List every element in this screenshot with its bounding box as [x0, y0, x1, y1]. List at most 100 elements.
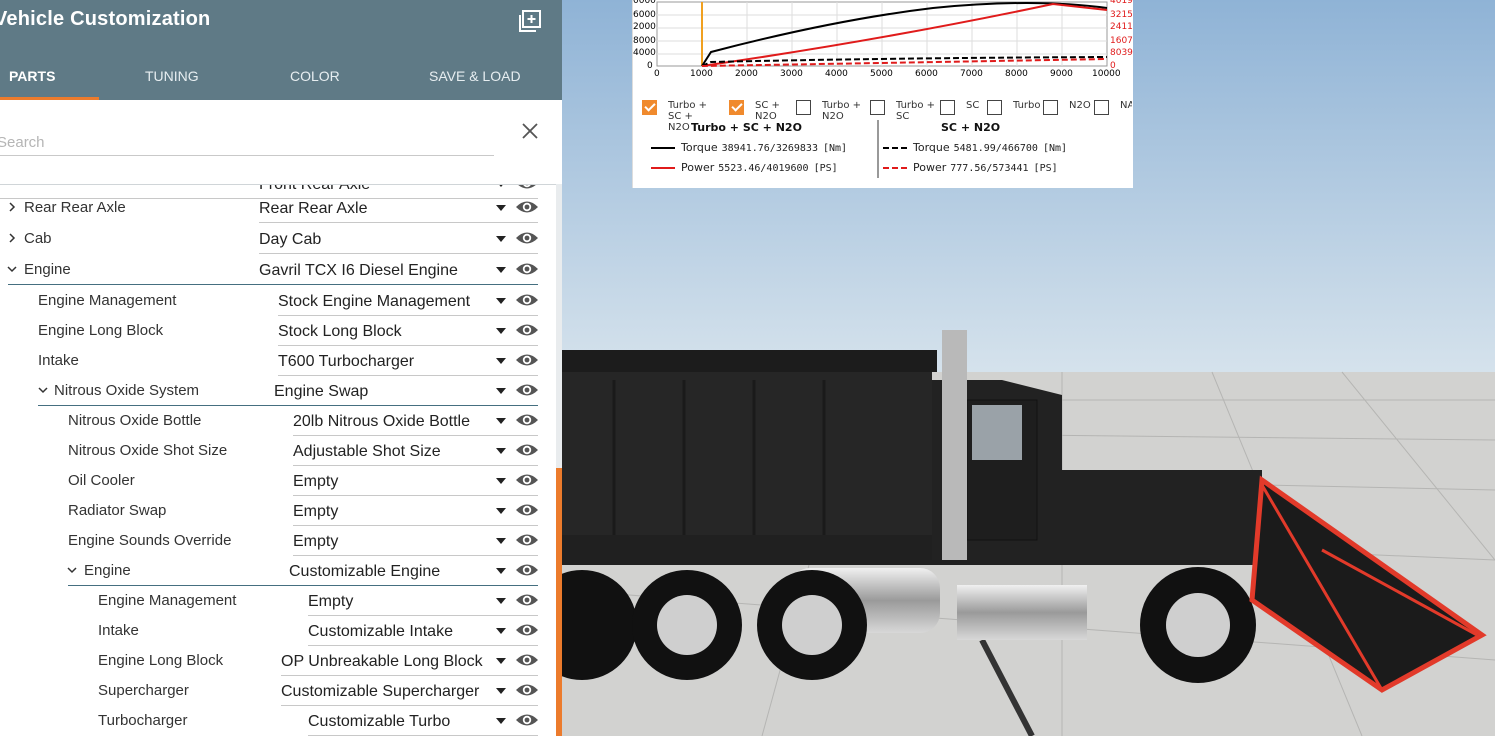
visibility-eye-icon[interactable]	[515, 472, 539, 488]
series-checkbox[interactable]	[796, 100, 811, 115]
search-input[interactable]	[0, 129, 494, 156]
dropdown-arrow-icon[interactable]	[495, 296, 507, 306]
row-divider	[259, 222, 538, 223]
visibility-eye-icon[interactable]	[515, 712, 539, 728]
series-checkbox[interactable]	[940, 100, 955, 115]
tab-tuning[interactable]: TUNING	[145, 68, 199, 84]
part-value-select[interactable]: Customizable Intake	[308, 623, 453, 641]
part-row[interactable]: Radiator Swap Empty	[0, 496, 556, 526]
dropdown-arrow-icon[interactable]	[495, 656, 507, 666]
part-row[interactable]: Engine Gavril TCX I6 Diesel Engine	[0, 255, 556, 285]
visibility-eye-icon[interactable]	[515, 230, 539, 246]
visibility-eye-icon[interactable]	[515, 261, 539, 277]
visibility-eye-icon[interactable]	[515, 322, 539, 338]
part-value-select[interactable]: Empty	[293, 473, 338, 491]
series-checkbox[interactable]	[870, 100, 885, 115]
part-value-select[interactable]: Customizable Supercharger	[281, 683, 479, 701]
visibility-eye-icon[interactable]	[515, 682, 539, 698]
chevron-right-icon[interactable]	[6, 201, 18, 213]
dropdown-arrow-icon[interactable]	[495, 596, 507, 606]
dropdown-arrow-icon[interactable]	[495, 716, 507, 726]
tab-save-load[interactable]: SAVE & LOAD	[429, 68, 521, 84]
dropdown-arrow-icon[interactable]	[495, 446, 507, 456]
part-row[interactable]: Oil Cooler Empty	[0, 466, 556, 496]
part-row[interactable]: Nitrous Oxide Bottle 20lb Nitrous Oxide B…	[0, 406, 556, 436]
legend-value: 38941.76/3269833	[721, 143, 818, 154]
dropdown-arrow-icon[interactable]	[495, 203, 507, 213]
part-row[interactable]: Supercharger Customizable Supercharger	[0, 676, 556, 706]
part-value-select[interactable]: Empty	[293, 503, 338, 521]
part-row[interactable]: Engine Sounds Override Empty	[0, 526, 556, 556]
tab-parts[interactable]: PARTS	[9, 68, 55, 84]
visibility-eye-icon[interactable]	[515, 382, 539, 398]
dropdown-arrow-icon[interactable]	[495, 234, 507, 244]
part-row[interactable]: Nitrous Oxide System Engine Swap	[0, 376, 556, 406]
part-value-select[interactable]: Customizable Engine	[289, 563, 440, 581]
part-value-select[interactable]: Engine Swap	[274, 383, 368, 401]
visibility-eye-icon[interactable]	[515, 292, 539, 308]
part-row[interactable]: Engine Management Stock Engine Management	[0, 286, 556, 316]
dropdown-arrow-icon[interactable]	[495, 326, 507, 336]
part-value-select[interactable]: Gavril TCX I6 Diesel Engine	[259, 262, 458, 280]
part-row[interactable]: Engine Management Empty	[0, 586, 556, 616]
dropdown-arrow-icon[interactable]	[495, 184, 507, 189]
part-row[interactable]: Engine Long Block OP Unbreakable Long Blo…	[0, 646, 556, 676]
part-row[interactable]: Cab Day Cab	[0, 224, 556, 254]
add-part-icon[interactable]	[518, 10, 542, 32]
part-row[interactable]: Turbocharger Customizable Turbo	[0, 706, 556, 736]
visibility-eye-icon[interactable]	[515, 562, 539, 578]
dropdown-arrow-icon[interactable]	[495, 476, 507, 486]
part-row[interactable]: Nitrous Oxide Shot Size Adjustable Shot S…	[0, 436, 556, 466]
part-value-select[interactable]: Rear Rear Axle	[259, 200, 368, 218]
part-row[interactable]: Intake T600 Turbocharger	[0, 346, 556, 376]
part-value-select[interactable]: OP Unbreakable Long Block	[281, 653, 483, 671]
legend-line-swatch	[883, 167, 907, 169]
series-checkbox[interactable]	[642, 100, 657, 115]
chevron-down-icon[interactable]	[66, 564, 78, 576]
dropdown-arrow-icon[interactable]	[495, 536, 507, 546]
dropdown-arrow-icon[interactable]	[495, 506, 507, 516]
part-value-select[interactable]: Adjustable Shot Size	[293, 443, 441, 461]
scrollbar-thumb[interactable]	[556, 468, 562, 736]
dropdown-arrow-icon[interactable]	[495, 356, 507, 366]
part-value-select[interactable]: Stock Long Block	[278, 323, 402, 341]
chevron-down-icon[interactable]	[6, 263, 18, 275]
visibility-eye-icon[interactable]	[515, 532, 539, 548]
part-row[interactable]: Rear Rear Axle Rear Rear Axle	[0, 193, 556, 223]
series-checkbox[interactable]	[729, 100, 744, 115]
part-value-select[interactable]: Stock Engine Management	[278, 293, 470, 311]
part-value-select[interactable]: Empty	[308, 593, 353, 611]
series-checkbox[interactable]	[1043, 100, 1058, 115]
chevron-right-icon[interactable]	[6, 232, 18, 244]
dropdown-arrow-icon[interactable]	[495, 386, 507, 396]
part-row[interactable]: Engine Long Block Stock Long Block	[0, 316, 556, 346]
visibility-eye-icon[interactable]	[515, 502, 539, 518]
series-checkbox[interactable]	[1094, 100, 1109, 115]
dropdown-arrow-icon[interactable]	[495, 566, 507, 576]
part-value-select[interactable]: Customizable Turbo	[308, 713, 450, 731]
tab-color[interactable]: COLOR	[290, 68, 340, 84]
part-row[interactable]: Intake Customizable Intake	[0, 616, 556, 646]
x-axis-tick: 2000	[735, 69, 758, 79]
dropdown-arrow-icon[interactable]	[495, 686, 507, 696]
scrollbar[interactable]	[556, 184, 562, 736]
part-value-select[interactable]: Day Cab	[259, 231, 321, 249]
visibility-eye-icon[interactable]	[515, 184, 539, 191]
close-icon[interactable]	[520, 121, 540, 141]
visibility-eye-icon[interactable]	[515, 199, 539, 215]
dropdown-arrow-icon[interactable]	[495, 265, 507, 275]
part-value-select[interactable]: Empty	[293, 533, 338, 551]
visibility-eye-icon[interactable]	[515, 442, 539, 458]
visibility-eye-icon[interactable]	[515, 352, 539, 368]
part-value-select[interactable]: 20lb Nitrous Oxide Bottle	[293, 413, 470, 431]
dropdown-arrow-icon[interactable]	[495, 626, 507, 636]
visibility-eye-icon[interactable]	[515, 652, 539, 668]
part-row[interactable]: Engine Customizable Engine	[0, 556, 556, 586]
visibility-eye-icon[interactable]	[515, 622, 539, 638]
chevron-down-icon[interactable]	[37, 384, 49, 396]
visibility-eye-icon[interactable]	[515, 412, 539, 428]
dropdown-arrow-icon[interactable]	[495, 416, 507, 426]
part-value-select[interactable]: T600 Turbocharger	[278, 353, 414, 371]
series-checkbox[interactable]	[987, 100, 1002, 115]
visibility-eye-icon[interactable]	[515, 592, 539, 608]
